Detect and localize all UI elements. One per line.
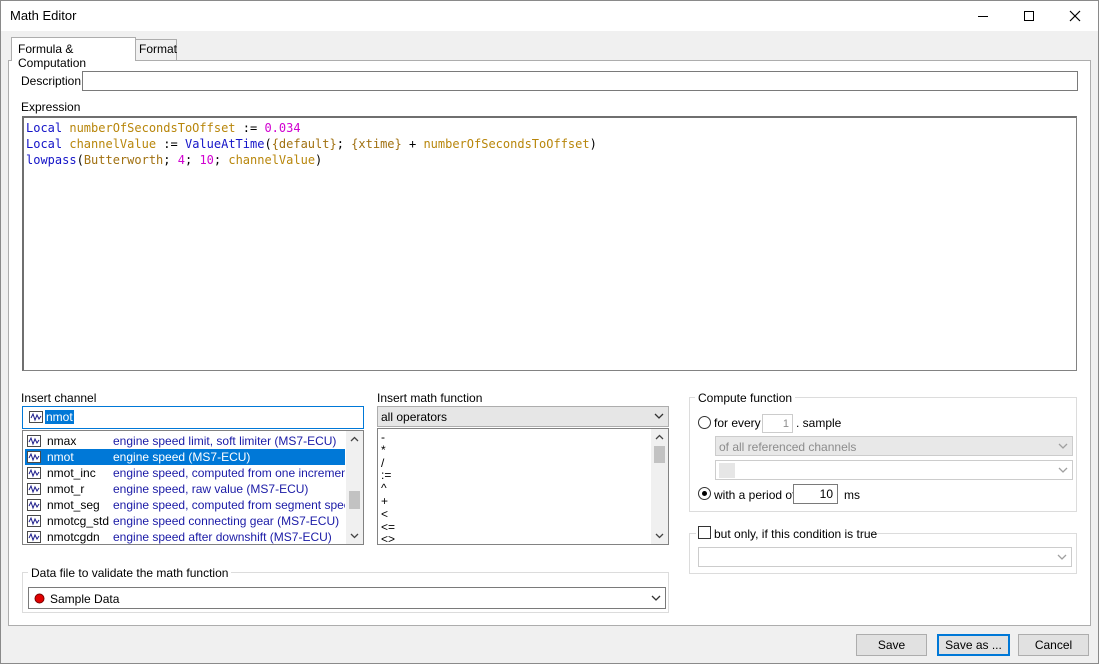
channel-list-item[interactable]: nmax engine speed limit, soft limiter (MS… [25, 433, 345, 449]
insert-math-function-label: Insert math function [377, 391, 483, 405]
channel-list-item[interactable]: nmot_inc engine speed, computed from one … [25, 465, 345, 481]
channel-list-item[interactable]: nmot engine speed (MS7-ECU) [25, 449, 345, 465]
condition-select[interactable] [698, 547, 1072, 567]
channel-name: nmax [47, 434, 77, 448]
channel-name: nmotcg_std [47, 514, 110, 528]
channel-icon [29, 411, 43, 423]
tab-formula-computation[interactable]: Formula & Computation [11, 37, 136, 70]
window-title: Math Editor [10, 8, 77, 23]
math-category-select[interactable]: all operators [377, 406, 669, 427]
channel-secondary-select[interactable] [715, 460, 1073, 480]
chevron-down-icon [651, 595, 661, 601]
for-every-radio[interactable] [698, 416, 711, 429]
math-list-scrollbar[interactable] [651, 429, 668, 544]
sample-label: . sample [796, 416, 842, 430]
math-operator-item[interactable]: <> [381, 533, 395, 544]
math-operator-item[interactable]: < [381, 507, 388, 521]
scroll-thumb[interactable] [349, 491, 360, 509]
channel-search-input[interactable]: nmot [22, 406, 364, 429]
save-button[interactable]: Save [856, 634, 927, 656]
chevron-down-icon [1058, 467, 1068, 473]
channel-name: nmot_r [47, 482, 85, 496]
channel-list-item[interactable]: nmotcgdn engine speed after downshift (MS… [25, 529, 345, 544]
title-bar [0, 0, 1099, 31]
description-label: Description: [21, 74, 85, 88]
data-file-value: Sample Data [50, 592, 120, 606]
scroll-down-icon[interactable] [651, 528, 668, 544]
channel-list-item[interactable]: nmot_r engine speed, raw value (MS7-ECU) [25, 481, 345, 497]
close-button[interactable] [1052, 0, 1098, 31]
period-unit: ms [844, 488, 860, 502]
maximize-icon [1024, 10, 1034, 21]
channel-name: nmot_inc [47, 466, 96, 480]
channel-description: engine speed, computed from one incremen… [113, 466, 345, 480]
status-dot-icon [34, 593, 45, 604]
insert-channel-label: Insert channel [21, 391, 97, 405]
cancel-button[interactable]: Cancel [1018, 634, 1089, 656]
channel-description: engine speed after downshift (MS7-ECU) [113, 530, 332, 544]
channel-name: nmot_seg [47, 498, 100, 512]
channel-name: nmot [47, 450, 74, 464]
data-file-select[interactable]: Sample Data [28, 587, 666, 609]
data-file-label: Data file to validate the math function [28, 566, 232, 580]
chevron-down-icon [1058, 443, 1068, 449]
chevron-down-icon [654, 413, 664, 419]
save-as-button[interactable]: Save as ... [937, 634, 1010, 656]
channel-icon [27, 451, 41, 463]
channel-description: engine speed (MS7-ECU) [113, 450, 251, 464]
channels-scope-value: of all referenced channels [719, 440, 857, 454]
period-input[interactable] [793, 484, 838, 504]
chevron-down-icon [1057, 554, 1067, 560]
maximize-button[interactable] [1006, 0, 1052, 31]
channel-list-item[interactable]: nmotcg_std engine speed connecting gear (… [25, 513, 345, 529]
expression-line-2: Local channelValue := ValueAtTime({defau… [26, 137, 597, 151]
channel-list[interactable]: nmax engine speed limit, soft limiter (MS… [22, 430, 364, 545]
expression-editor[interactable]: Local numberOfSecondsToOffset := 0.034 L… [22, 116, 1077, 371]
minimize-button[interactable] [960, 0, 1006, 31]
channel-name: nmotcgdn [47, 530, 100, 544]
condition-checkbox[interactable] [698, 526, 711, 539]
color-swatch [719, 463, 735, 478]
scroll-thumb[interactable] [654, 446, 665, 463]
minimize-icon [978, 15, 988, 17]
channel-list-scrollbar[interactable] [346, 431, 363, 544]
compute-function-label: Compute function [695, 391, 796, 405]
period-radio[interactable] [698, 487, 711, 500]
close-icon [1069, 10, 1081, 21]
channel-icon [27, 499, 41, 511]
channel-description: engine speed, raw value (MS7-ECU) [113, 482, 309, 496]
math-function-list[interactable]: - * /:= ^ + < <= <> [377, 428, 669, 545]
expression-line-1: Local numberOfSecondsToOffset := 0.034 [26, 121, 301, 135]
scroll-up-icon[interactable] [346, 431, 363, 447]
period-label: with a period of [714, 488, 796, 502]
channel-icon [27, 467, 41, 479]
expression-label: Expression [21, 100, 81, 114]
scroll-up-icon[interactable] [651, 429, 668, 445]
tab-format[interactable]: Format [135, 39, 177, 60]
math-operator-item[interactable]: * [381, 443, 386, 457]
channel-icon [27, 515, 41, 527]
description-input[interactable] [82, 71, 1078, 91]
channel-icon [27, 435, 41, 447]
channel-description: engine speed, computed from segment spee… [113, 498, 345, 512]
channel-search-text: nmot [45, 410, 74, 424]
channel-list-item[interactable]: nmot_seg engine speed, computed from segm… [25, 497, 345, 513]
expression-line-3: lowpass(Butterworth; 4; 10; channelValue… [26, 153, 323, 167]
channel-description: engine speed connecting gear (MS7-ECU) [113, 514, 340, 528]
for-every-label: for every [714, 416, 761, 430]
math-category-value: all operators [381, 410, 448, 424]
channel-description: engine speed limit, soft limiter (MS7-EC… [113, 434, 337, 448]
for-every-input[interactable] [762, 414, 793, 433]
channel-icon [27, 531, 41, 543]
scroll-down-icon[interactable] [346, 528, 363, 544]
condition-label: but only, if this condition is true [714, 527, 878, 541]
channels-scope-select[interactable]: of all referenced channels [715, 436, 1073, 456]
channel-icon [27, 483, 41, 495]
